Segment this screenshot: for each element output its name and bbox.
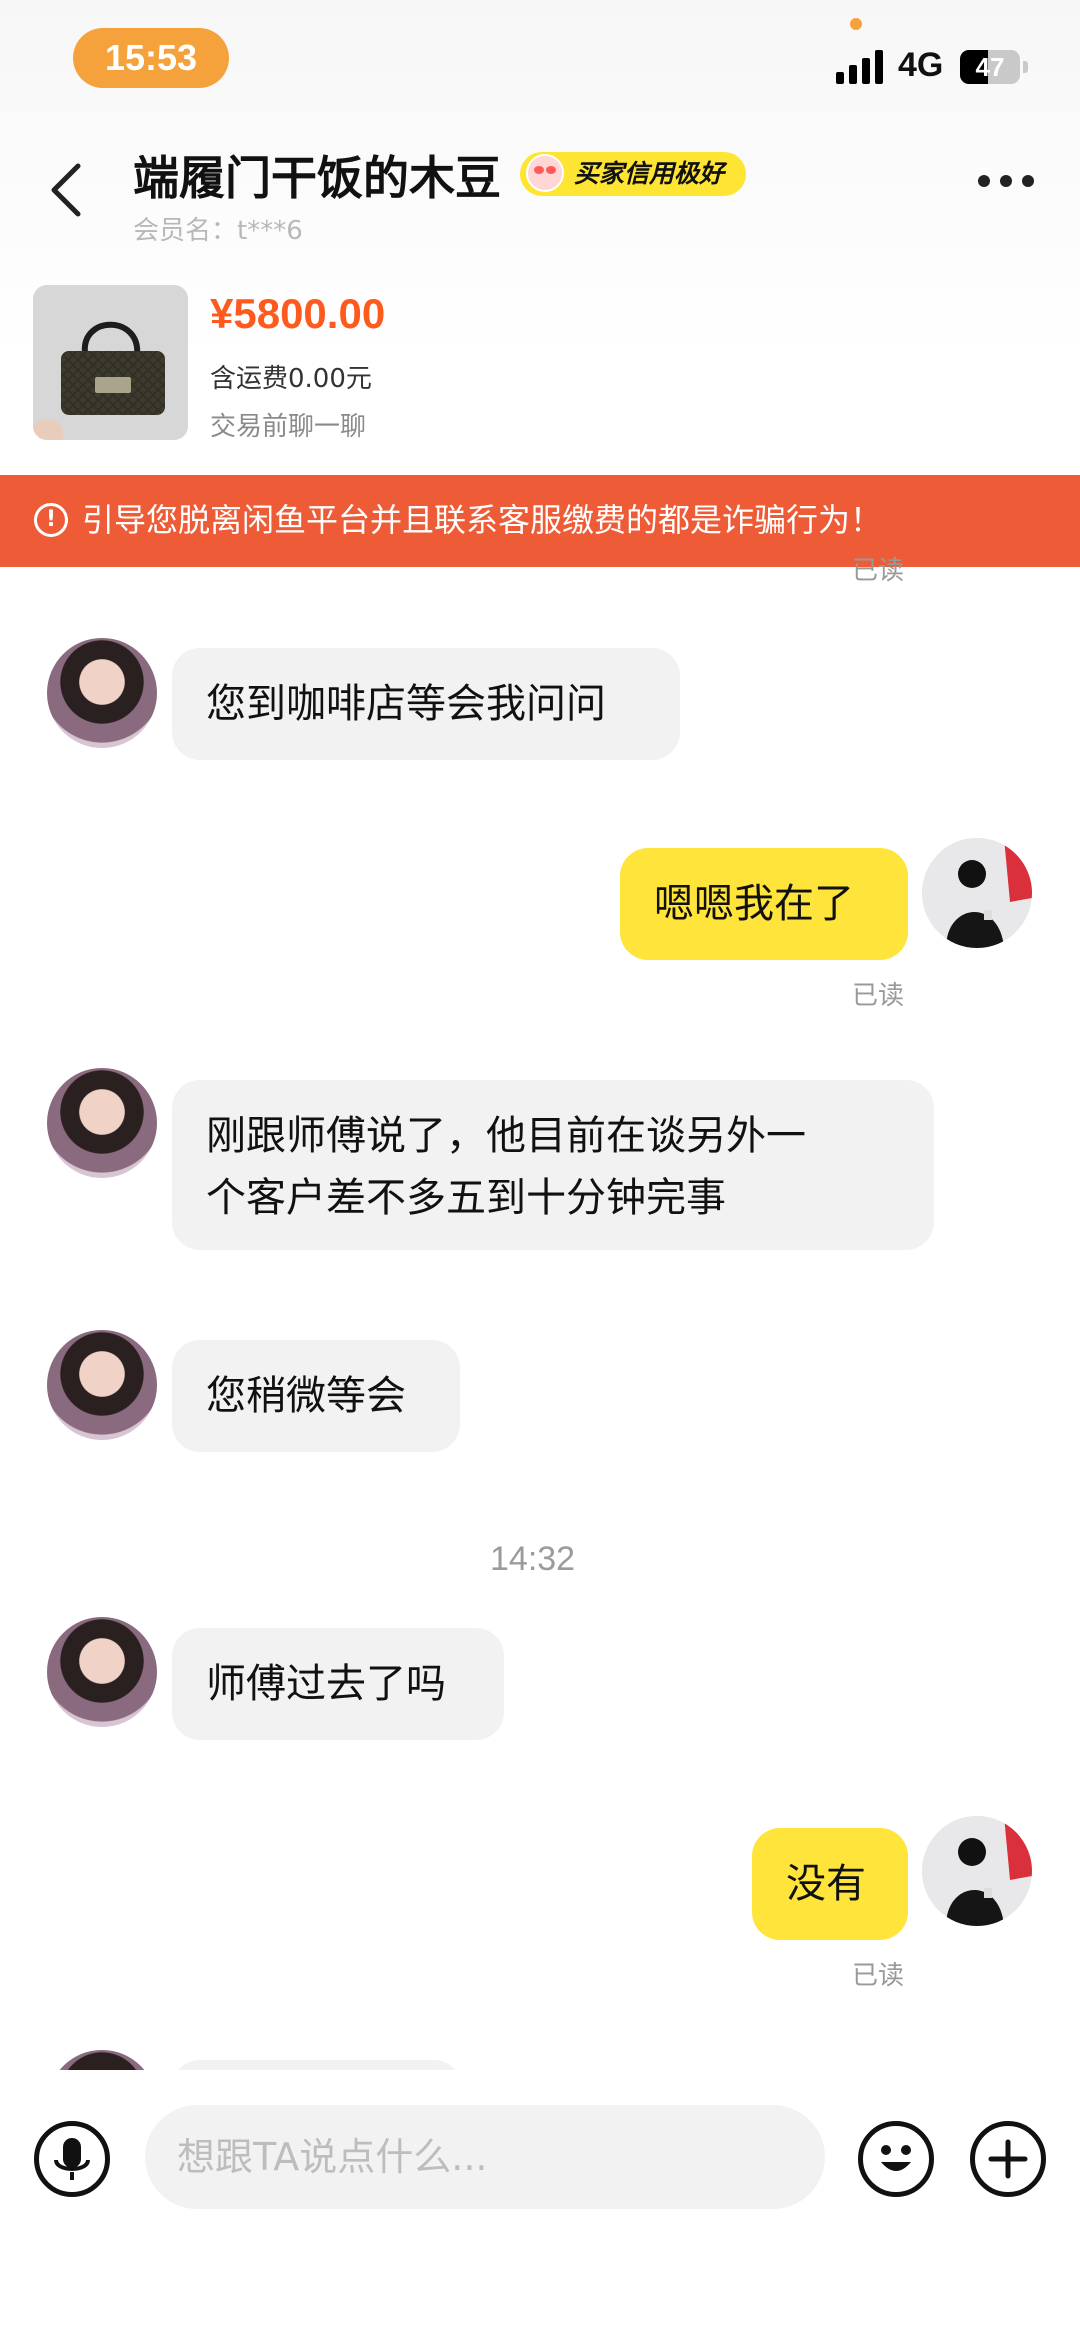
handbag-image: [33, 285, 188, 440]
product-price: ¥5800.00: [210, 290, 386, 337]
user-photo: [922, 1816, 1032, 1926]
contact-avatar[interactable]: [47, 638, 157, 748]
signal-icon: [836, 50, 886, 84]
more-options-button[interactable]: [976, 175, 1036, 189]
product-thumbnail[interactable]: [33, 285, 188, 440]
fraud-warning-banner: ! 引导您脱离闲鱼平台并且联系客服缴费的都是诈骗行为！: [0, 475, 1080, 567]
read-status: 已读: [852, 1961, 905, 1991]
message-bubble-incoming[interactable]: 师傅过去了吗: [172, 1628, 504, 1740]
recording-indicator-dot: [850, 18, 862, 30]
message-bubble-incoming[interactable]: 您到咖啡店等会我问问: [172, 648, 680, 760]
read-status-partial: 已读: [852, 556, 905, 586]
emoji-button[interactable]: [858, 2121, 934, 2197]
chat-timestamp: 14:32: [490, 1540, 576, 1578]
voice-button[interactable]: [34, 2121, 110, 2197]
shipping-fee: 含运费0.00元: [210, 364, 372, 394]
battery-level: 47: [975, 52, 1005, 82]
contact-nickname: 端履门干饭的木豆: [133, 151, 501, 205]
read-status: 已读: [852, 981, 905, 1011]
credit-badge: 买家信用极好: [520, 152, 747, 196]
plus-icon: [988, 2139, 1028, 2179]
message-line: 刚跟师傅说了，他目前在谈另外一: [206, 1113, 806, 1159]
credit-face-icon: [526, 154, 564, 192]
warning-text: 引导您脱离闲鱼平台并且联系客服缴费的都是诈骗行为！: [82, 501, 883, 539]
message-input[interactable]: [145, 2105, 825, 2209]
emoji-icon: [881, 2145, 911, 2171]
message-bubble-incoming[interactable]: 您稍微等会: [172, 1340, 460, 1452]
network-type: 4G: [898, 46, 944, 84]
battery-tip: [1023, 61, 1028, 73]
user-photo: [922, 838, 1032, 948]
contact-avatar[interactable]: [47, 1068, 157, 1178]
alert-circle-icon: !: [34, 503, 68, 537]
battery-icon: 47: [960, 50, 1020, 84]
back-button[interactable]: [44, 160, 94, 220]
chevron-left-icon: [51, 163, 81, 217]
microphone-icon: [54, 2138, 90, 2180]
message-bubble-outgoing[interactable]: 没有: [752, 1828, 908, 1940]
more-dot: [1022, 175, 1034, 187]
status-time: 15:53: [73, 28, 229, 88]
more-dot: [1000, 175, 1012, 187]
message-bubble-outgoing[interactable]: 嗯嗯我在了: [620, 848, 908, 960]
contact-avatar[interactable]: [47, 1617, 157, 1727]
message-line: 个客户差不多五到十分钟完事: [206, 1175, 726, 1221]
my-avatar[interactable]: [922, 838, 1032, 948]
chat-prompt: 交易前聊一聊: [210, 412, 367, 442]
credit-badge-label: 买家信用极好: [574, 159, 725, 188]
member-name: 会员名：t***6: [133, 216, 303, 246]
message-bubble-incoming[interactable]: 刚跟师傅说了，他目前在谈另外一 个客户差不多五到十分钟完事: [172, 1080, 934, 1250]
more-actions-button[interactable]: [970, 2121, 1046, 2197]
more-dot: [978, 175, 990, 187]
my-avatar[interactable]: [922, 1816, 1032, 1926]
contact-avatar[interactable]: [47, 1330, 157, 1440]
